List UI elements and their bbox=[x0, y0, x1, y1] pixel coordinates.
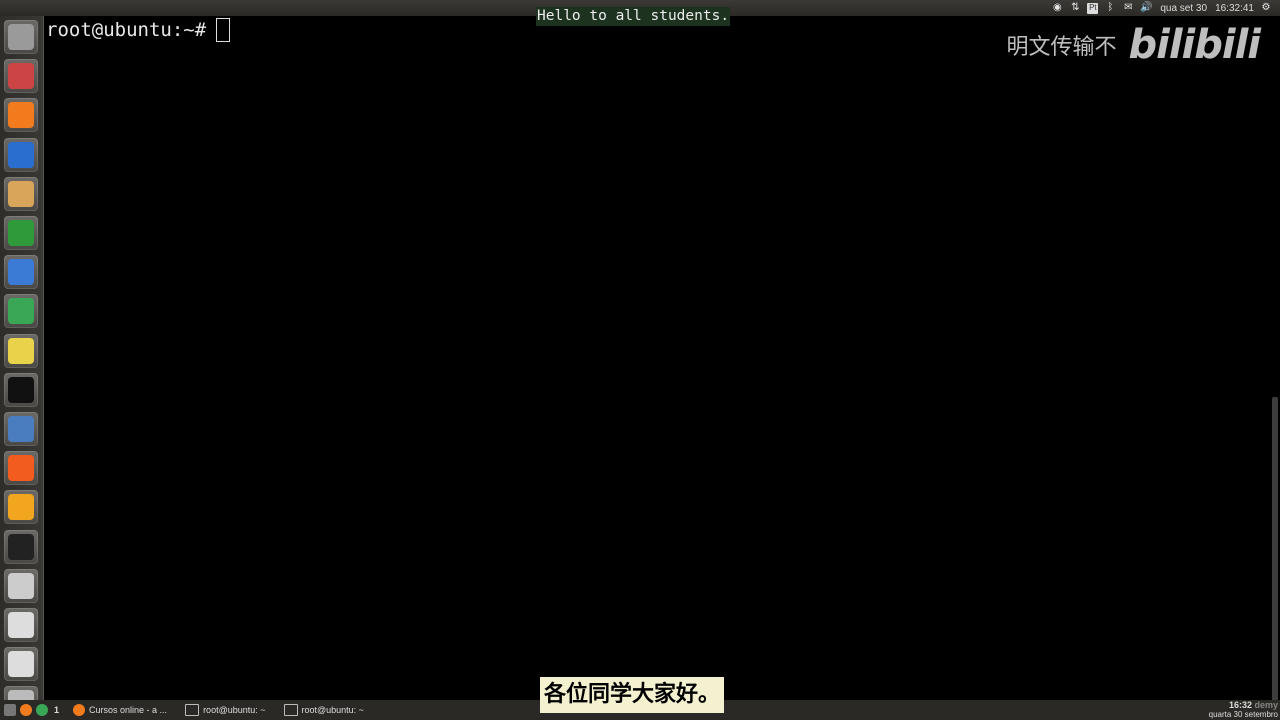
virtualbox-icon bbox=[8, 416, 34, 442]
task-firefox[interactable]: Cursos online - a ... bbox=[69, 702, 171, 718]
mail-icon[interactable]: ✉ bbox=[1122, 2, 1134, 14]
clock-date: quarta 30 setembro bbox=[1208, 710, 1278, 719]
brand-watermark: demy bbox=[1254, 700, 1278, 710]
chrome-icon bbox=[8, 298, 34, 325]
firefox-alt-icon bbox=[8, 455, 34, 482]
gear-icon[interactable]: ⚙ bbox=[1260, 2, 1272, 14]
launcher-item[interactable] bbox=[4, 137, 38, 172]
task-terminal-2[interactable]: root@ubuntu: ~ bbox=[280, 702, 368, 718]
firefox-taskbar-icon[interactable] bbox=[20, 704, 32, 716]
terminal-cursor bbox=[216, 18, 231, 42]
panel-date[interactable]: qua set 30 bbox=[1160, 3, 1207, 14]
volume-icon[interactable]: 🔊 bbox=[1140, 2, 1152, 14]
rhythmbox-icon bbox=[8, 337, 34, 364]
launcher-item[interactable] bbox=[4, 608, 38, 642]
launcher-item[interactable] bbox=[4, 333, 38, 368]
chrome-taskbar-icon[interactable] bbox=[36, 704, 48, 716]
usb-drive-2-icon bbox=[8, 651, 34, 678]
show-desktop-icon[interactable] bbox=[4, 704, 16, 716]
notice-banner: Hello to all students. bbox=[536, 7, 731, 26]
watermark-text: 明文传输不 bbox=[1006, 35, 1117, 60]
launcher-item[interactable] bbox=[4, 529, 38, 564]
launcher-item[interactable] bbox=[4, 294, 38, 329]
launcher-item[interactable] bbox=[4, 20, 38, 54]
launcher-item[interactable] bbox=[4, 412, 38, 446]
watermark: 明文传输不 bilibili bbox=[1006, 22, 1261, 68]
launcher-item[interactable] bbox=[4, 647, 38, 682]
firefox-icon bbox=[8, 102, 34, 129]
launcher-item[interactable] bbox=[4, 176, 38, 211]
launcher-item[interactable] bbox=[4, 451, 38, 486]
taskbar-clock[interactable]: 16:32 demy quarta 30 setembro bbox=[1209, 700, 1278, 720]
launcher-item[interactable] bbox=[4, 490, 38, 525]
launcher-item[interactable] bbox=[4, 98, 38, 133]
workspace-number[interactable]: 1 bbox=[54, 705, 59, 715]
thunderbird-icon bbox=[8, 259, 34, 286]
system-tray: ◉ ⇅ Pt ᛒ ✉ 🔊 qua set 30 16:32:41 ⚙ bbox=[1045, 0, 1272, 16]
video-subtitle: 各位同学大家好。 bbox=[540, 677, 725, 713]
clock-time: 16:32 bbox=[1228, 700, 1252, 710]
sublime-icon bbox=[8, 494, 34, 521]
usb-drive-icon bbox=[8, 612, 34, 638]
drive-icon bbox=[8, 572, 34, 599]
launcher-item[interactable] bbox=[4, 372, 38, 407]
writer-icon bbox=[8, 141, 34, 168]
panel-time[interactable]: 16:32:41 bbox=[1215, 3, 1254, 14]
terminal-scrollbar[interactable] bbox=[1272, 397, 1278, 715]
launcher-item[interactable] bbox=[4, 255, 38, 290]
task-label: Cursos online - a ... bbox=[89, 705, 168, 715]
terminal-icon bbox=[8, 376, 34, 403]
launcher-item[interactable] bbox=[4, 59, 38, 94]
obs-icon[interactable]: ◉ bbox=[1051, 2, 1063, 14]
obs-launcher-icon bbox=[8, 533, 34, 560]
terminal-task-icon bbox=[283, 704, 298, 716]
terminal-prompt: root@ubuntu:~# bbox=[46, 18, 231, 42]
dash-icon bbox=[8, 24, 34, 50]
keyboard-layout-icon[interactable]: Pt bbox=[1087, 2, 1099, 14]
prompt-text: root@ubuntu:~# bbox=[46, 19, 207, 41]
terminal-window[interactable]: root@ubuntu:~# bbox=[44, 16, 1280, 715]
launcher-item[interactable] bbox=[4, 216, 38, 250]
bilibili-logo: bilibili bbox=[1128, 22, 1261, 68]
text-editor-icon bbox=[8, 180, 34, 207]
launcher bbox=[0, 16, 44, 720]
files-icon bbox=[8, 63, 34, 90]
launcher-item[interactable] bbox=[4, 568, 38, 603]
firefox-task-icon bbox=[73, 704, 86, 716]
task-label: root@ubuntu: ~ bbox=[203, 705, 266, 715]
task-terminal-1[interactable]: root@ubuntu: ~ bbox=[181, 702, 269, 718]
network-icon[interactable]: ⇅ bbox=[1069, 2, 1081, 14]
task-label: root@ubuntu: ~ bbox=[301, 705, 364, 715]
terminal-task-icon bbox=[185, 704, 200, 716]
calc-icon bbox=[8, 220, 34, 246]
bluetooth-icon[interactable]: ᛒ bbox=[1104, 2, 1116, 14]
